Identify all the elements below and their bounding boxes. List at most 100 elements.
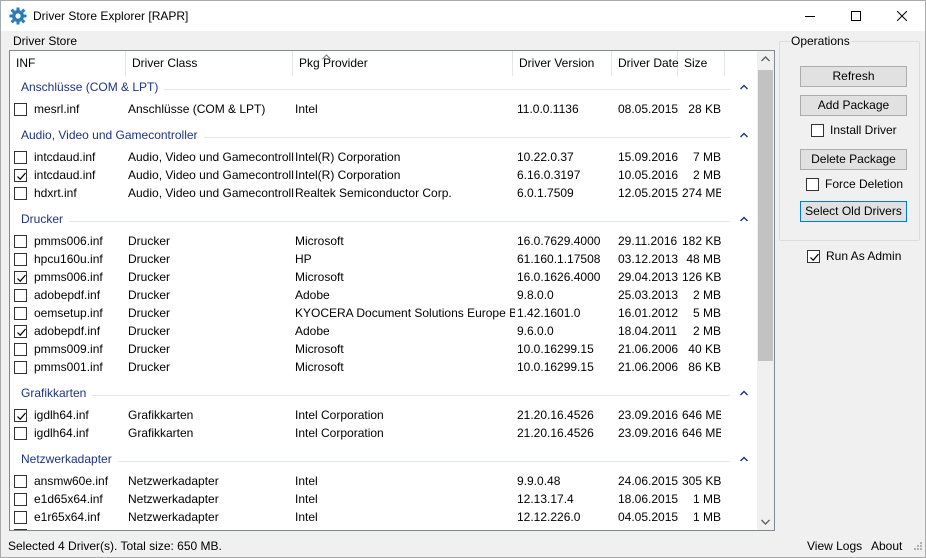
column-driver-class[interactable]: Driver Class [126,51,331,76]
minimize-button[interactable] [787,1,833,31]
row-checkbox[interactable] [14,151,27,164]
cell-size: 2 MB [692,324,721,338]
column-pkg-provider[interactable]: Pkg Provider [293,51,513,76]
chevron-down-icon [761,519,770,525]
row-checkbox[interactable] [14,187,27,200]
collapse-chevron-icon[interactable] [738,387,750,399]
driver-store-label: Driver Store [12,34,79,48]
cell-driver-date: 25.03.2013 [618,288,679,302]
table-row[interactable]: ansmw60e.inf Netzwerkadapter Intel 9.9.0.48… [10,472,756,490]
row-checkbox[interactable] [14,343,27,356]
cell-driver-date: 23.09.2016 [618,426,679,440]
group-divider [164,89,730,90]
select-old-drivers-button[interactable]: Select Old Drivers [800,201,907,222]
cell-driver-date: 24.06.2015 [618,474,679,488]
about-link[interactable]: About [871,539,902,553]
group-header[interactable]: Netzwerkadapter [10,451,756,469]
cell-pkg-provider: KYOCERA Document Solutions Europe B.V. [295,306,515,320]
cell-inf: pmms009.inf [34,342,103,356]
row-checkbox[interactable] [14,475,27,488]
row-checkbox[interactable] [14,361,27,374]
table-row[interactable]: igdlh64.inf Grafikkarten Intel Corporation… [10,406,756,424]
column-inf[interactable]: INF [10,51,126,76]
cell-driver-version: 16.0.1626.4000 [517,270,601,284]
delete-package-button[interactable]: Delete Package [800,149,907,170]
collapse-chevron-icon[interactable] [738,81,750,93]
title-bar[interactable]: Driver Store Explorer [RAPR] [1,1,925,31]
driver-list[interactable]: INF Driver Class Pkg Provider Driver Ver… [9,50,775,531]
row-checkbox[interactable] [14,427,27,440]
view-logs-link[interactable]: View Logs [807,539,862,553]
collapse-chevron-icon[interactable] [738,453,750,465]
table-row[interactable]: e1d65x64.inf Netzwerkadapter Intel 12.13.17… [10,490,756,508]
table-row[interactable]: pmms009.inf Drucker Microsoft 10.0.16299.15… [10,340,756,358]
table-row[interactable]: adobepdf.inf Drucker Adobe 9.8.0.0 25.03.201… [10,286,756,304]
add-package-button[interactable]: Add Package [800,95,907,116]
row-checkbox[interactable] [14,511,27,524]
checkmark-icon [17,172,26,181]
cell-pkg-provider: Intel [295,492,318,506]
cell-driver-date: 21.06.2006 [618,342,679,356]
install-driver-checkbox-box [811,124,824,137]
row-checkbox[interactable] [14,103,27,116]
close-button[interactable] [879,1,925,31]
row-checkbox[interactable] [14,235,27,248]
row-checkbox[interactable] [14,307,27,320]
table-row[interactable]: pmms006.inf Drucker Microsoft 16.0.1626.400… [10,268,756,286]
table-row[interactable]: pmms001.inf Drucker Microsoft 10.0.16299.15… [10,358,756,376]
table-row[interactable]: intcdaud.inf Audio, Video und Gamecontrol… [10,148,756,166]
column-driver-version[interactable]: Driver Version [513,51,612,76]
table-row[interactable]: oemsetup.inf Drucker KYOCERA Document Solu… [10,304,756,322]
group-header[interactable]: Audio, Video und Gamecontroller [10,127,756,145]
table-row[interactable]: adobepdf.inf Drucker Adobe 9.6.0.0 18.04.201… [10,322,756,340]
row-checkbox[interactable] [14,289,27,302]
cell-driver-date: 03.12.2013 [618,252,679,266]
table-row[interactable]: intcdaud.inf Audio, Video und Gamecontrol… [10,166,756,184]
cell-driver-class: Drucker [128,288,171,302]
group-header[interactable]: Anschlüsse (COM & LPT) [10,79,756,97]
maximize-button[interactable] [833,1,879,31]
collapse-chevron-icon[interactable] [738,129,750,141]
table-row[interactable]: hpcu160u.inf Drucker HP 61.160.1.17508 03.12… [10,250,756,268]
scroll-down-button[interactable] [757,513,774,530]
group-title: Anschlüsse (COM & LPT) [21,80,159,94]
cell-size: 2 MB [692,288,721,302]
cell-driver-class: Audio, Video und Gamecontroller [128,150,294,164]
scroll-up-button[interactable] [757,51,774,68]
table-row[interactable]: hdxrt.inf Audio, Video und Gamecontroller… [10,184,756,202]
resize-grip-icon[interactable] [911,541,923,553]
row-checkbox[interactable] [14,493,27,506]
cell-driver-class: Drucker [128,252,171,266]
cell-driver-version: 12.13.17.4 [517,492,574,506]
cell-pkg-provider: Realtek Semiconductor Corp. [295,186,452,200]
table-row[interactable]: e1c65x64.infNetzwerkadapterIntel12.12.14… [10,526,756,530]
cell-driver-class: Netzwerkadapter [128,510,219,524]
row-checkbox[interactable] [14,529,27,530]
row-checkbox[interactable] [14,169,27,182]
column-driver-date[interactable]: Driver Date [612,51,679,76]
row-checkbox[interactable] [14,325,27,338]
table-row[interactable]: pmms006.inf Drucker Microsoft 16.0.7629.400… [10,232,756,250]
cell-inf: igdlh64.inf [34,426,89,440]
table-row[interactable]: mesrl.inf Anschlüsse (COM & LPT) Intel 11.0… [10,100,756,118]
group-header[interactable]: Drucker [10,211,756,229]
checkmark-icon [17,328,26,337]
row-checkbox[interactable] [14,409,27,422]
row-checkbox[interactable] [14,253,27,266]
group-header[interactable]: Grafikkarten [10,385,756,403]
cell-size: 2 MB [692,168,721,182]
scroll-thumb[interactable] [758,70,773,361]
cell-pkg-provider: Intel Corporation [295,426,384,440]
column-size[interactable]: Size [678,51,725,76]
cell-driver-class: Grafikkarten [128,426,194,440]
collapse-chevron-icon[interactable] [738,213,750,225]
vertical-scrollbar[interactable] [757,51,774,530]
refresh-button[interactable]: Refresh [800,66,907,87]
cell-driver-date: 08.05.2015 [618,102,679,116]
cell-inf: e1r65x64.inf [34,510,101,524]
row-checkbox[interactable] [14,271,27,284]
table-row[interactable]: e1r65x64.inf Netzwerkadapter Intel 12.12.22… [10,508,756,526]
cell-inf: hpcu160u.inf [34,252,103,266]
table-row[interactable]: igdlh64.inf Grafikkarten Intel Corporation… [10,424,756,442]
cell-driver-date: 18.04.2011 [618,324,678,338]
